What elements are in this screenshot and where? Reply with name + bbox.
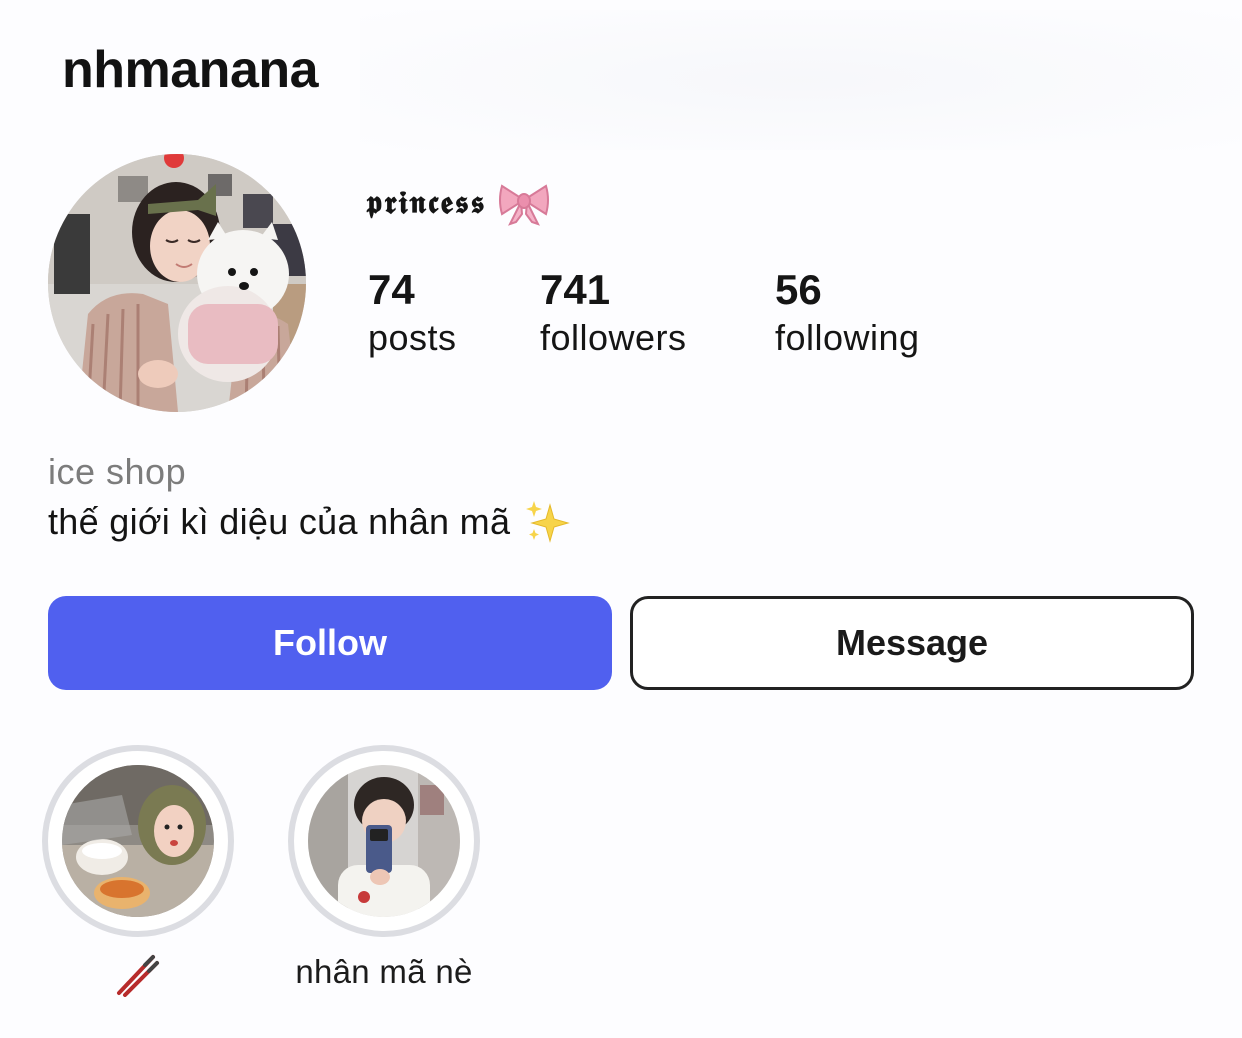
- story-highlight-label: nhân mã nè: [295, 953, 473, 990]
- stat-posts[interactable]: 74 posts: [368, 264, 457, 360]
- stat-followers[interactable]: 741 followers: [540, 264, 687, 360]
- profile-username: nhmanana: [62, 41, 319, 99]
- stat-following-value: 56: [775, 266, 822, 313]
- stat-following[interactable]: 56 following: [775, 264, 920, 360]
- stat-followers-value: 741: [540, 266, 611, 313]
- story-highlight-cover: [308, 765, 460, 917]
- story-highlight[interactable]: nhân mã nè: [288, 745, 480, 990]
- story-highlight-cover: [62, 765, 214, 917]
- sparkles-icon: [524, 499, 571, 545]
- story-highlight[interactable]: [42, 745, 234, 998]
- story-highlight-label: [2, 949, 274, 998]
- ribbon-bow-icon: [498, 180, 550, 226]
- stat-posts-label: posts: [368, 317, 457, 358]
- stat-following-label: following: [775, 317, 920, 358]
- display-name: 𝖕𝖗𝖎𝖓𝖈𝖊𝖘𝖘: [366, 180, 550, 226]
- follow-button[interactable]: Follow: [48, 596, 612, 690]
- profile-bio-text: thế giới kì diệu của nhân mã: [48, 501, 511, 542]
- stat-posts-value: 74: [368, 266, 415, 313]
- stat-followers-label: followers: [540, 317, 687, 358]
- story-highlight-ring: [42, 745, 234, 937]
- message-button[interactable]: Message: [630, 596, 1194, 690]
- profile-bio: thế giới kì diệu của nhân mã: [48, 498, 571, 546]
- profile-avatar[interactable]: [48, 154, 306, 412]
- display-name-text: 𝖕𝖗𝖎𝖓𝖈𝖊𝖘𝖘: [366, 184, 487, 221]
- story-highlight-ring: [288, 745, 480, 937]
- background-haze: [360, 10, 1240, 150]
- profile-page: nhmanana 𝖕𝖗𝖎𝖓𝖈𝖊𝖘𝖘 74 posts 741 followers…: [0, 0, 1242, 1038]
- profile-category: ice shop: [48, 451, 187, 492]
- chopsticks-icon: [115, 953, 161, 998]
